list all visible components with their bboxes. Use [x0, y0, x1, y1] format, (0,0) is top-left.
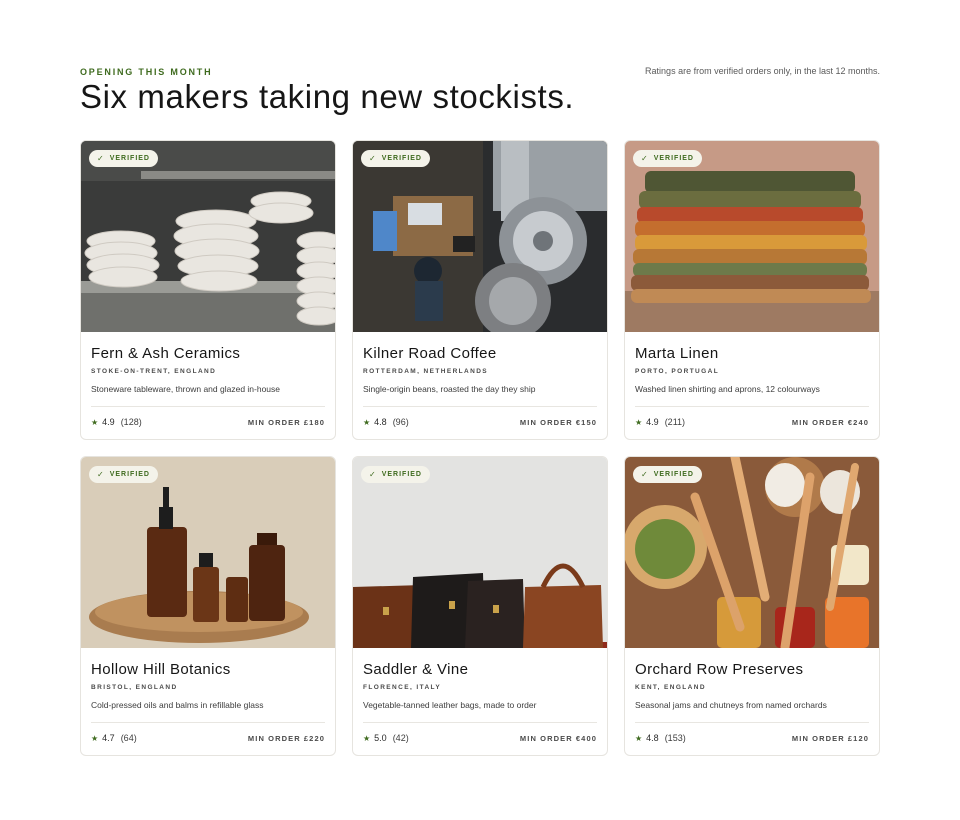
rating: ★ 4.9 (211) — [635, 417, 685, 427]
check-icon: ✓ — [641, 154, 649, 163]
maker-name[interactable]: Hollow Hill Botanics — [91, 661, 325, 678]
card-footer: ★ 4.9 (128) MIN ORDER £180 — [91, 417, 325, 427]
verified-label: VERIFIED — [109, 155, 150, 162]
maker-card[interactable]: ✓ VERIFIED Kilner Road Coffee ROTTERDAM,… — [352, 140, 608, 440]
rating-value: 4.8 — [646, 733, 659, 743]
verified-badge: ✓ VERIFIED — [361, 150, 430, 167]
star-icon: ★ — [91, 417, 99, 427]
verified-badge: ✓ VERIFIED — [89, 466, 158, 483]
maker-photo: ✓ VERIFIED — [625, 457, 879, 648]
verified-badge: ✓ VERIFIED — [633, 150, 702, 167]
check-icon: ✓ — [369, 154, 377, 163]
card-divider — [91, 722, 325, 723]
maker-description: Washed linen shirting and aprons, 12 col… — [635, 384, 820, 394]
min-order: MIN ORDER €400 — [519, 733, 597, 743]
maker-card[interactable]: ✓ VERIFIED Marta Linen PORTO, PORTUGAL W… — [624, 140, 880, 440]
rating-value: 4.8 — [374, 417, 387, 427]
maker-card[interactable]: ✓ VERIFIED Fern & Ash Ceramics STOKE-ON-… — [80, 140, 336, 440]
maker-photo: ✓ VERIFIED — [353, 141, 607, 332]
verified-label: VERIFIED — [109, 471, 150, 478]
maker-location: KENT, ENGLAND — [635, 684, 706, 691]
star-icon: ★ — [363, 733, 371, 743]
min-order: MIN ORDER £180 — [247, 417, 325, 427]
verified-badge: ✓ VERIFIED — [633, 466, 702, 483]
maker-location: STOKE-ON-TRENT, ENGLAND — [91, 368, 217, 375]
maker-description: Stoneware tableware, thrown and glazed i… — [91, 384, 281, 394]
maker-description: Seasonal jams and chutneys from named or… — [635, 700, 827, 710]
maker-location: FLORENCE, ITALY — [363, 684, 442, 691]
check-icon: ✓ — [97, 154, 105, 163]
min-order: MIN ORDER £120 — [791, 733, 869, 743]
star-icon: ★ — [635, 417, 643, 427]
maker-photo: ✓ VERIFIED — [81, 141, 335, 332]
rating-value: 4.9 — [646, 417, 659, 427]
star-icon: ★ — [635, 733, 643, 743]
page-header: OPENING THIS MONTH Six makers taking new… — [80, 0, 880, 130]
ratings-note: Ratings are from verified orders only, i… — [645, 66, 880, 76]
verified-label: VERIFIED — [653, 471, 694, 478]
min-order: MIN ORDER £220 — [247, 733, 325, 743]
card-footer: ★ 5.0 (42) MIN ORDER €400 — [363, 733, 597, 743]
review-count: (153) — [664, 733, 686, 743]
maker-photo: ✓ VERIFIED — [625, 141, 879, 332]
verified-label: VERIFIED — [381, 471, 422, 478]
review-count: (211) — [664, 417, 686, 427]
star-icon: ★ — [91, 733, 99, 743]
card-footer: ★ 4.7 (64) MIN ORDER £220 — [91, 733, 325, 743]
card-divider — [635, 722, 869, 723]
maker-name[interactable]: Kilner Road Coffee — [363, 345, 597, 362]
maker-description: Cold-pressed oils and balms in refillabl… — [91, 700, 264, 710]
card-footer: ★ 4.8 (96) MIN ORDER €150 — [363, 417, 597, 427]
rating: ★ 4.8 (153) — [635, 733, 686, 743]
verified-badge: ✓ VERIFIED — [361, 466, 430, 483]
review-count: (96) — [392, 417, 409, 427]
check-icon: ✓ — [369, 470, 377, 479]
rating-value: 4.9 — [102, 417, 115, 427]
eyebrow-label: OPENING THIS MONTH — [80, 67, 213, 77]
maker-photo: ✓ VERIFIED — [353, 457, 607, 648]
min-order: MIN ORDER €150 — [519, 417, 597, 427]
maker-grid: ✓ VERIFIED Fern & Ash Ceramics STOKE-ON-… — [80, 140, 880, 756]
rating: ★ 4.7 (64) — [91, 733, 137, 743]
rating-value: 4.7 — [102, 733, 115, 743]
star-icon: ★ — [363, 417, 371, 427]
maker-description: Single-origin beans, roasted the day the… — [363, 384, 536, 394]
maker-location: BRISTOL, ENGLAND — [91, 684, 178, 691]
maker-name[interactable]: Fern & Ash Ceramics — [91, 345, 325, 362]
verified-label: VERIFIED — [381, 155, 422, 162]
check-icon: ✓ — [641, 470, 649, 479]
maker-card[interactable]: ✓ VERIFIED Saddler & Vine FLORENCE, ITAL… — [352, 456, 608, 756]
rating-value: 5.0 — [374, 733, 387, 743]
review-count: (64) — [120, 733, 137, 743]
rating: ★ 4.8 (96) — [363, 417, 409, 427]
page-title: Six makers taking new stockists. — [80, 78, 575, 115]
card-divider — [635, 406, 869, 407]
card-divider — [363, 406, 597, 407]
card-footer: ★ 4.8 (153) MIN ORDER £120 — [635, 733, 869, 743]
maker-name[interactable]: Saddler & Vine — [363, 661, 597, 678]
check-icon: ✓ — [97, 470, 105, 479]
maker-location: ROTTERDAM, NETHERLANDS — [363, 368, 489, 375]
review-count: (128) — [120, 417, 142, 427]
maker-name[interactable]: Marta Linen — [635, 345, 869, 362]
min-order: MIN ORDER €240 — [791, 417, 869, 427]
verified-badge: ✓ VERIFIED — [89, 150, 158, 167]
maker-location: PORTO, PORTUGAL — [635, 368, 720, 375]
card-footer: ★ 4.9 (211) MIN ORDER €240 — [635, 417, 869, 427]
maker-card[interactable]: ✓ VERIFIED Hollow Hill Botanics BRISTOL,… — [80, 456, 336, 756]
card-divider — [91, 406, 325, 407]
rating: ★ 5.0 (42) — [363, 733, 409, 743]
verified-label: VERIFIED — [653, 155, 694, 162]
maker-description: Vegetable-tanned leather bags, made to o… — [363, 700, 537, 710]
maker-name[interactable]: Orchard Row Preserves — [635, 661, 869, 678]
card-divider — [363, 722, 597, 723]
maker-photo: ✓ VERIFIED — [81, 457, 335, 648]
rating: ★ 4.9 (128) — [91, 417, 142, 427]
review-count: (42) — [392, 733, 409, 743]
maker-card[interactable]: ✓ VERIFIED Orchard Row Preserves KENT, E… — [624, 456, 880, 756]
